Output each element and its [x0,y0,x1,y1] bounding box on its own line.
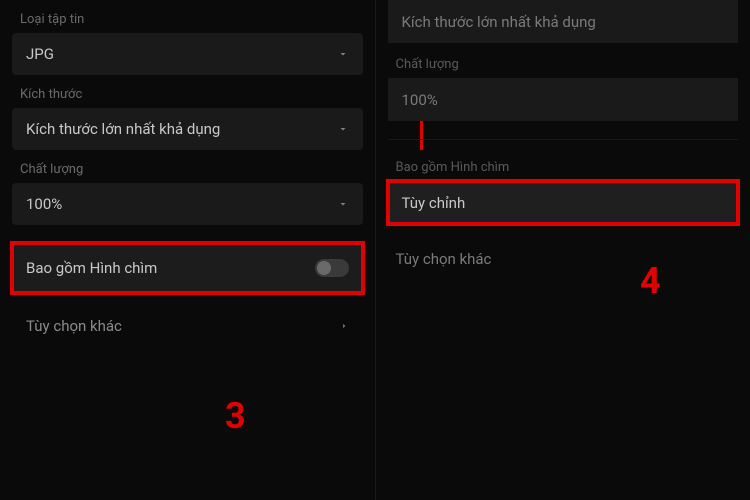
size-select[interactable]: Kích thước lớn nhất khả dụng [12,108,363,150]
size-value: Kích thước lớn nhất khả dụng [26,120,220,138]
quality-label: Chất lượng [12,154,363,183]
left-settings-panel: Loại tập tin JPG Kích thước Kích thước l… [0,0,375,500]
file-type-select[interactable]: JPG [12,33,363,75]
quality-value: 100% [26,195,62,213]
customize-label: Tùy chỉnh [402,194,466,212]
file-type-label: Loại tập tin [12,4,363,33]
right-quality-label: Chất lượng [388,47,739,78]
right-settings-panel: Kích thước lớn nhất khả dụng Chất lượng … [375,0,750,500]
watermark-toggle[interactable] [315,259,349,277]
watermark-label: Bao gồm Hình chìm [26,259,157,277]
annotation-step-3: 3 [225,395,246,437]
chevron-right-icon [339,321,349,331]
right-quality-select[interactable]: 100% [388,78,739,121]
chevron-down-icon [337,198,349,210]
quality-select[interactable]: 100% [12,183,363,225]
right-size-select[interactable]: Kích thước lớn nhất khả dụng [388,0,739,43]
watermark-section[interactable]: Bao gồm Hình chìm [12,243,363,293]
chevron-down-icon [337,123,349,135]
right-watermark-section-label: Bao gồm Hình chìm [388,150,739,181]
customize-row[interactable]: Tùy chỉnh [388,181,739,224]
other-options-label: Tùy chọn khác [26,317,122,335]
right-top-area: Kích thước lớn nhất khả dụng Chất lượng … [388,0,739,121]
size-label: Kích thước [12,79,363,108]
chevron-down-icon [337,48,349,60]
annotation-step-4: 4 [640,260,661,302]
right-other-options[interactable]: Tùy chọn khác [388,236,739,282]
file-type-value: JPG [26,45,54,63]
divider [388,139,739,140]
other-options-row[interactable]: Tùy chọn khác [12,301,363,351]
right-quality-value: 100% [402,91,438,109]
right-size-value: Kích thước lớn nhất khả dụng [402,13,596,31]
toggle-knob [317,261,331,275]
